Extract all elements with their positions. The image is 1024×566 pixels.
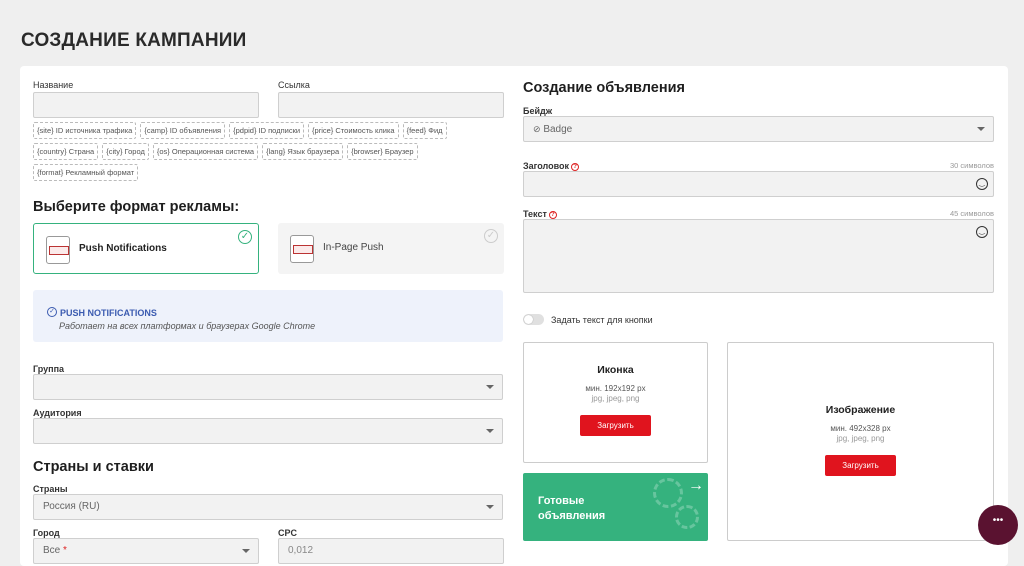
check-icon: ✓ [484,229,498,243]
badge-label: Бейдж [523,106,553,116]
badge-icon: ⊘ [533,124,541,134]
badge-select[interactable]: ⊘ Badge [523,116,994,142]
countries-select[interactable]: Россия (RU) [33,494,503,520]
image-upload-button[interactable]: Загрузить [825,455,896,476]
title-char-count: 30 символов [949,161,994,170]
push-phone-icon [46,236,70,264]
title-label: Заголовок? [523,161,580,171]
format-in-page-push[interactable]: In-Page Push ✓ [278,223,504,274]
help-icon[interactable]: ? [571,163,580,171]
toggle-label: Задать текст для кнопки [551,315,653,325]
image-upload-formats: jpg, jpeg, png [836,434,885,443]
text-char-count: 45 символов [949,209,994,218]
chat-icon[interactable] [978,505,1018,545]
button-text-toggle[interactable] [523,314,544,325]
text-textarea[interactable]: ‿ [523,219,994,293]
image-upload-box: Изображение мин. 492x328 px jpg, jpeg, p… [727,342,994,541]
in-page-push-icon [290,235,314,263]
audience-select[interactable] [33,418,503,444]
countries-value: Россия (RU) [43,501,100,512]
macro-tag[interactable]: {price} Стоимость клика [308,122,399,139]
ready-ads-title: Готовые объявления [538,495,606,522]
format-info-panel: ✓ PUSH NOTIFICATIONS Работает на всех пл… [33,290,503,342]
macro-tag[interactable]: {feed} Фид [402,122,447,139]
link-input[interactable] [278,92,504,118]
name-input[interactable] [33,92,259,118]
ad-heading: Создание объявления [523,80,685,96]
macro-list: {site} ID источника трафика {camp} ID об… [33,122,503,181]
icon-upload-box: Иконка мин. 192x192 px jpg, jpeg, png За… [523,342,708,463]
format-heading: Выберите формат рекламы: [33,199,240,215]
cpc-label: CPC [278,528,298,538]
macro-tag[interactable]: {pdpid} ID подписки [229,122,305,139]
chevron-down-icon [242,549,250,553]
cpc-value: 0,012 [288,545,314,556]
check-icon: ✓ [238,230,252,244]
info-title: PUSH NOTIFICATIONS [60,308,157,318]
required-mark: * [63,545,67,556]
macro-tag[interactable]: {browser} Браузер [347,143,418,160]
macro-tag[interactable]: {city} Город [102,143,149,160]
chevron-down-icon [486,385,494,389]
arrow-right-icon: → [688,477,704,494]
campaign-form: Название Ссылка {site} ID источника траф… [20,66,1008,566]
image-upload-title: Изображение [825,404,896,416]
macro-tag[interactable]: {site} ID источника трафика [33,122,137,139]
name-label: Название [33,80,74,90]
macro-tag[interactable]: {format} Рекламный формат [33,164,139,181]
ready-ads-card[interactable]: Готовые объявления → [523,473,708,541]
format-label: In-Page Push [323,242,384,253]
format-push-notifications[interactable]: Push Notifications ✓ [33,223,259,274]
badge-value: Badge [543,124,573,135]
format-label: Push Notifications [79,243,167,254]
chevron-down-icon [977,127,985,131]
chevron-down-icon [486,429,494,433]
title-input[interactable]: ‿ [523,171,994,197]
check-circle-icon: ✓ [47,307,57,317]
macro-tag[interactable]: {os} Операционная система [152,143,259,160]
city-value: Все [43,545,61,556]
cpc-input[interactable]: 0,012 [278,538,504,564]
gear-icon [653,478,683,508]
text-label: Текст? [523,209,557,219]
audience-label: Аудитория [33,408,82,418]
image-upload-size: мин. 492x328 px [830,424,891,433]
city-label: Город [33,528,60,538]
link-label: Ссылка [278,80,310,90]
emoji-icon[interactable]: ‿ [976,226,988,238]
emoji-icon[interactable]: ‿ [976,178,988,190]
macro-tag[interactable]: {country} Страна [33,143,99,160]
info-text: Работает на всех платформах и браузерах … [59,321,316,331]
countries-heading: Страны и ставки [33,459,154,475]
help-icon[interactable]: ? [548,211,557,219]
countries-label: Страны [33,484,68,494]
group-label: Группа [33,364,65,374]
macro-tag[interactable]: {lang} Язык браузера [262,143,344,160]
macro-tag[interactable]: {camp} ID объявления [140,122,226,139]
icon-upload-button[interactable]: Загрузить [580,415,651,436]
chevron-down-icon [486,505,494,509]
city-select[interactable]: Все * [33,538,259,564]
page-title: СОЗДАНИЕ КАМПАНИИ [21,30,247,51]
icon-upload-formats: jpg, jpeg, png [591,394,640,403]
icon-upload-size: мин. 192x192 px [585,384,646,393]
group-select[interactable] [33,374,503,400]
icon-upload-title: Иконка [597,364,634,376]
gear-icon [675,505,699,529]
